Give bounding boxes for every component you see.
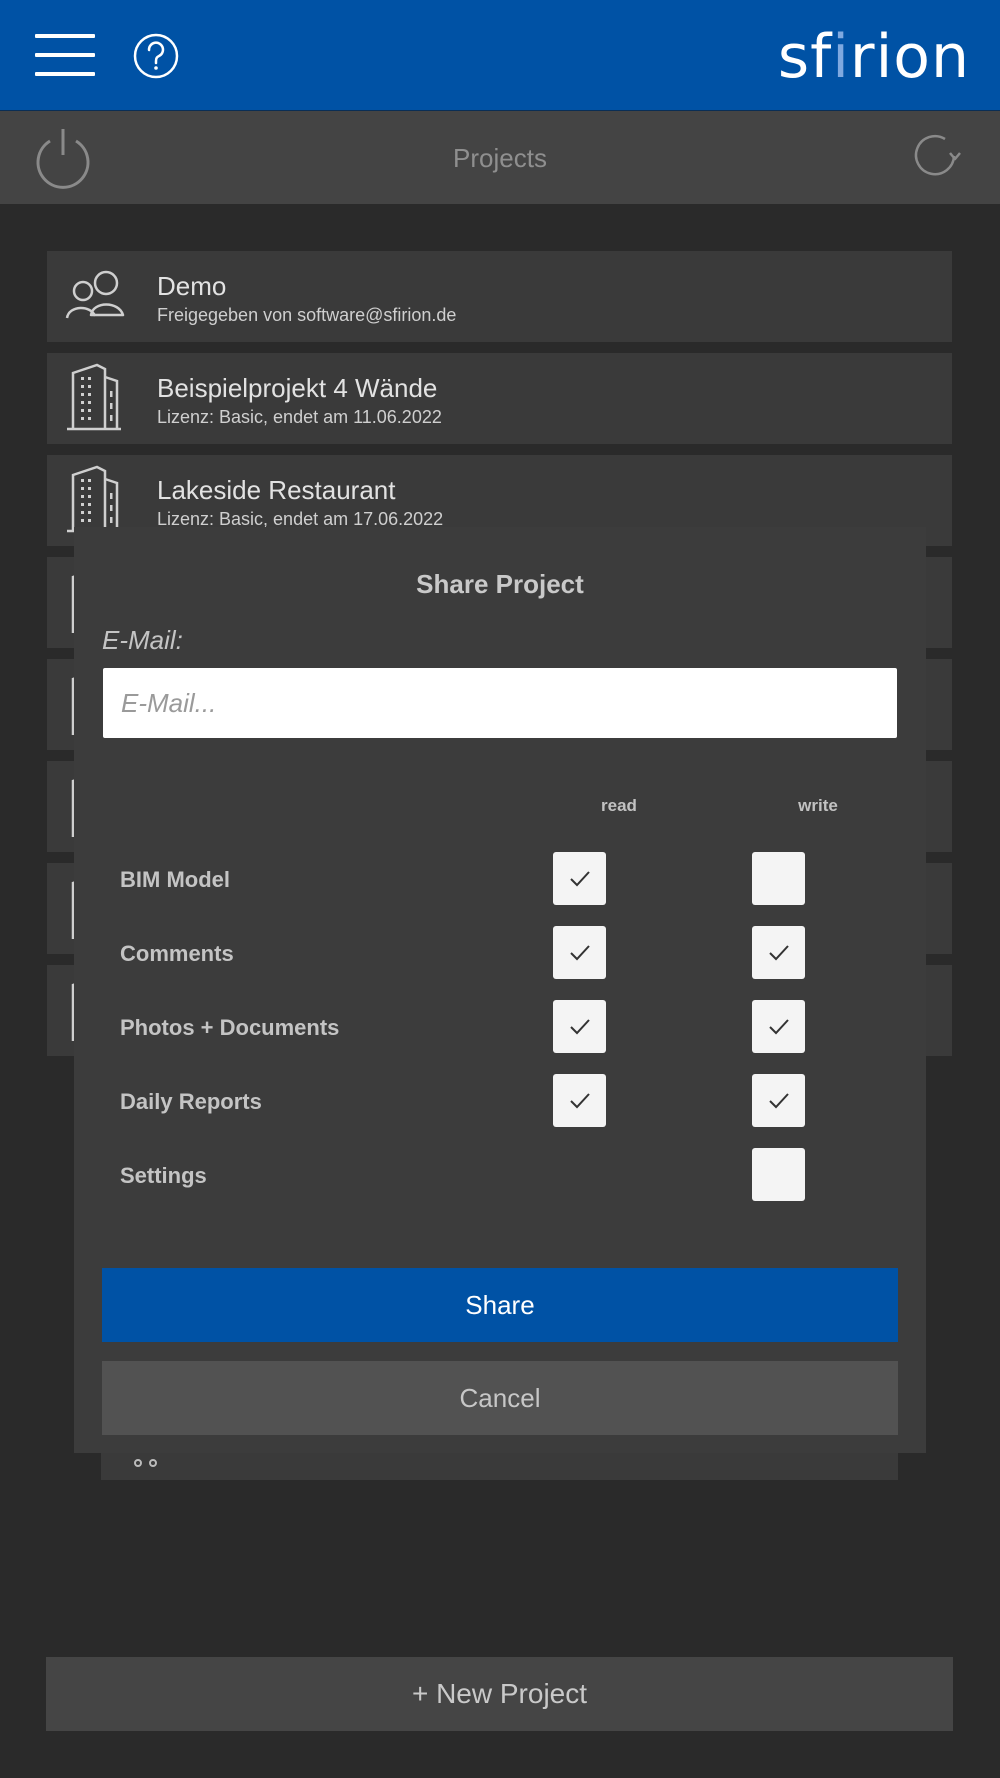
- read-checkbox-comments[interactable]: [553, 926, 606, 979]
- logo-text-accent: i: [832, 22, 850, 92]
- shared-users-icon: [61, 261, 131, 336]
- building-icon: [61, 363, 131, 438]
- email-label: E-Mail:: [102, 625, 183, 655]
- page-title: Projects: [453, 143, 547, 173]
- write-checkbox-bim-model[interactable]: [752, 852, 805, 905]
- permission-label-comments: Comments: [120, 941, 234, 966]
- read-checkbox-bim-model[interactable]: [553, 852, 606, 905]
- sub-header: Projects: [0, 111, 1000, 204]
- read-checkbox-photos-documents[interactable]: [553, 1000, 606, 1053]
- cancel-button[interactable]: Cancel: [102, 1361, 898, 1435]
- share-project-dialog: Share Project E-Mail: read write BIM Mod…: [74, 527, 926, 1453]
- write-checkbox-daily-reports[interactable]: [752, 1074, 805, 1127]
- permission-label-daily-reports: Daily Reports: [120, 1089, 262, 1114]
- permission-label-bim-model: BIM Model: [120, 867, 230, 892]
- dialog-title: Share Project: [416, 569, 584, 599]
- project-name: Lakeside Restaurant: [157, 475, 396, 505]
- write-checkbox-photos-documents[interactable]: [752, 1000, 805, 1053]
- write-checkbox-comments[interactable]: [752, 926, 805, 979]
- column-header-write: write: [798, 796, 838, 815]
- column-header-read: read: [601, 796, 637, 815]
- new-project-button[interactable]: + New Project: [46, 1657, 953, 1731]
- sfirion-logo: sfirion: [778, 22, 970, 92]
- question-circle-icon[interactable]: [133, 33, 179, 84]
- write-checkbox-settings[interactable]: [752, 1148, 805, 1201]
- hamburger-menu-icon[interactable]: [35, 30, 95, 80]
- refresh-icon[interactable]: [910, 129, 964, 188]
- email-input[interactable]: [103, 668, 897, 738]
- project-name: Beispielprojekt 4 Wände: [157, 373, 438, 403]
- top-bar: sfirion: [0, 0, 1000, 111]
- project-item-beispielprojekt[interactable]: Beispielprojekt 4 Wände Lizenz: Basic, e…: [47, 353, 952, 444]
- project-name: Demo: [157, 271, 227, 301]
- project-subtitle: Lizenz: Basic, endet am 11.06.2022: [157, 407, 442, 427]
- permission-label-settings: Settings: [120, 1163, 207, 1188]
- permission-label-photos-documents: Photos + Documents: [120, 1015, 340, 1040]
- read-checkbox-daily-reports[interactable]: [553, 1074, 606, 1127]
- logo-text-end: rion: [849, 22, 970, 92]
- project-item-demo[interactable]: Demo Freigegeben von software@sfirion.de: [47, 251, 952, 342]
- logo-text-start: sf: [777, 22, 833, 92]
- project-subtitle: Freigegeben von software@sfirion.de: [157, 305, 457, 325]
- share-button[interactable]: Share: [102, 1268, 898, 1342]
